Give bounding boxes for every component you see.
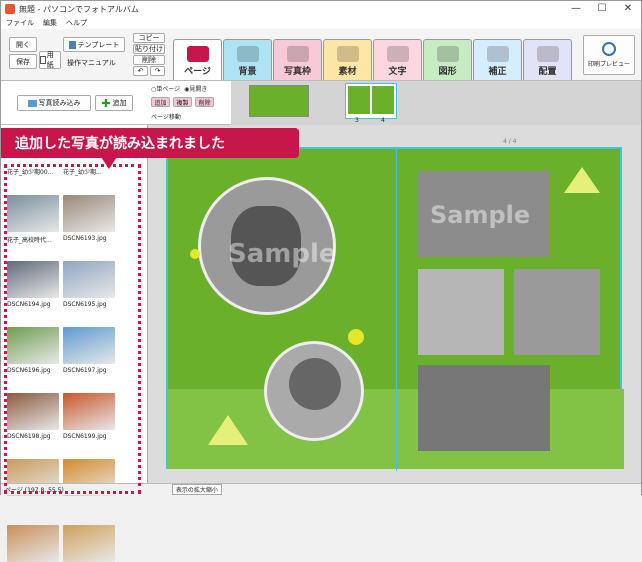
zoom-control[interactable]: 表示の拡大縮小 [171,484,222,495]
menu-file[interactable]: ファイル [6,18,34,28]
triangle-decor-icon [208,415,248,445]
page-subbar: 写真読み込み ✚ 追加 ○単ページ ◉見開き 追加 複製 削除 ページ移動 3 … [1,81,641,125]
load-photos-button[interactable]: 写真読み込み [17,95,91,111]
template-icon [68,40,76,49]
menu-bar: ファイル 編集 ヘルプ [1,17,641,29]
photo-rect-bottom[interactable] [418,365,550,451]
plus-icon: ✚ [101,96,111,110]
page-number-3: 3 [355,117,359,124]
manual-link[interactable]: 操作マニュアル [67,58,116,68]
page-number-4: 4 [381,117,385,124]
tab-label: 素材 [338,67,357,77]
photo-thumbnail[interactable] [63,525,115,562]
watermark-left: Sample [228,239,337,269]
magnifier-icon [602,42,616,56]
tab-7[interactable]: 配置 [523,39,572,80]
correction-icon [486,46,509,62]
paper-icon [40,56,46,64]
add-photo-button[interactable]: ✚ 追加 [95,95,133,111]
page-indicator: 4 / 4 [503,138,517,145]
background-icon [236,46,259,62]
page-mode-radios: ○単ページ ◉見開き [151,84,207,93]
save-button[interactable]: 保存 [9,54,37,69]
page-thumbnail-strip: 3 4 [231,81,641,125]
paper-button[interactable]: 用紙 [39,51,61,69]
page-move-label: ページ移動 [151,114,181,121]
page-delete-button[interactable]: 削除 [195,97,214,107]
tab-label: 補正 [488,67,507,77]
template-button[interactable]: テンプレート [63,37,125,52]
close-button[interactable]: ✕ [615,1,641,17]
material-icon [336,46,359,62]
photo-content [289,358,341,410]
layout-icon [536,46,559,62]
app-icon [5,4,15,14]
app-window: 無題 - パソコンでフォトアルバム — ☐ ✕ ファイル 編集 ヘルプ 開く 保… [0,0,642,562]
shape-icon [436,46,459,62]
tab-1[interactable]: 背景 [223,39,272,80]
thumb-right [372,86,394,114]
undo-button[interactable]: ↶ [133,66,148,76]
redo-button[interactable]: ↷ [150,66,165,76]
tab-5[interactable]: 図形 [423,39,472,80]
tab-label: ページ [184,67,211,77]
photo-frame-icon [286,46,309,62]
photo-thumbnail[interactable] [7,525,59,562]
triangle-decor-icon [564,167,600,193]
menu-edit[interactable]: 編集 [43,18,57,28]
page-add-button[interactable]: 追加 [151,97,170,107]
copy-button[interactable]: コピー [133,33,165,43]
spread-radio[interactable]: ◉見開き [184,84,207,93]
photo-rect-mid-right[interactable] [514,269,600,355]
print-preview-button[interactable]: 印刷プレビュー [583,35,635,75]
spread-page[interactable]: Sample Sample [166,147,624,471]
photo-rect-mid-left[interactable] [418,269,504,355]
tab-label: 配置 [538,67,557,77]
page-thumbnail-2[interactable] [249,85,309,117]
text-icon [386,46,409,62]
open-button[interactable]: 開く [9,37,37,52]
dot-decor-icon [348,329,364,345]
book-icon [186,46,209,62]
tab-label: 文字 [388,67,407,77]
tab-label: 背景 [238,67,257,77]
photo-icon [27,99,37,107]
tab-label: 図形 [438,67,457,77]
maximize-button[interactable]: ☐ [589,1,615,17]
notification-callout: 追加した写真が読み込まれました [1,128,299,158]
page-fold [396,149,397,471]
tab-3[interactable]: 素材 [323,39,372,80]
watermark-right: Sample [430,201,531,229]
tab-6[interactable]: 補正 [473,39,522,80]
thumb-left [348,86,370,114]
photo-circle-bottom[interactable] [264,341,364,441]
tab-label: 写真枠 [283,67,311,77]
minimize-button[interactable]: — [563,1,589,17]
highlight-box [4,164,141,494]
title-bar: 無題 - パソコンでフォトアルバム — ☐ ✕ [1,1,641,17]
paste-button[interactable]: 貼り付け [133,44,165,54]
canvas-area: 4 / 4 Sample Sample [148,125,641,485]
tab-4[interactable]: 文字 [373,39,422,80]
single-page-radio[interactable]: ○単ページ [151,84,180,93]
tab-0[interactable]: ページ [173,39,222,80]
page-thumbnail-3-4[interactable] [345,83,397,119]
tab-2[interactable]: 写真枠 [273,39,322,80]
delete-button[interactable]: 削除 [133,55,165,65]
window-title: 無題 - パソコンでフォトアルバム [19,4,139,14]
dot-decor-icon [190,249,200,259]
menu-help[interactable]: ヘルプ [66,18,87,28]
page-duplicate-button[interactable]: 複製 [173,97,192,107]
